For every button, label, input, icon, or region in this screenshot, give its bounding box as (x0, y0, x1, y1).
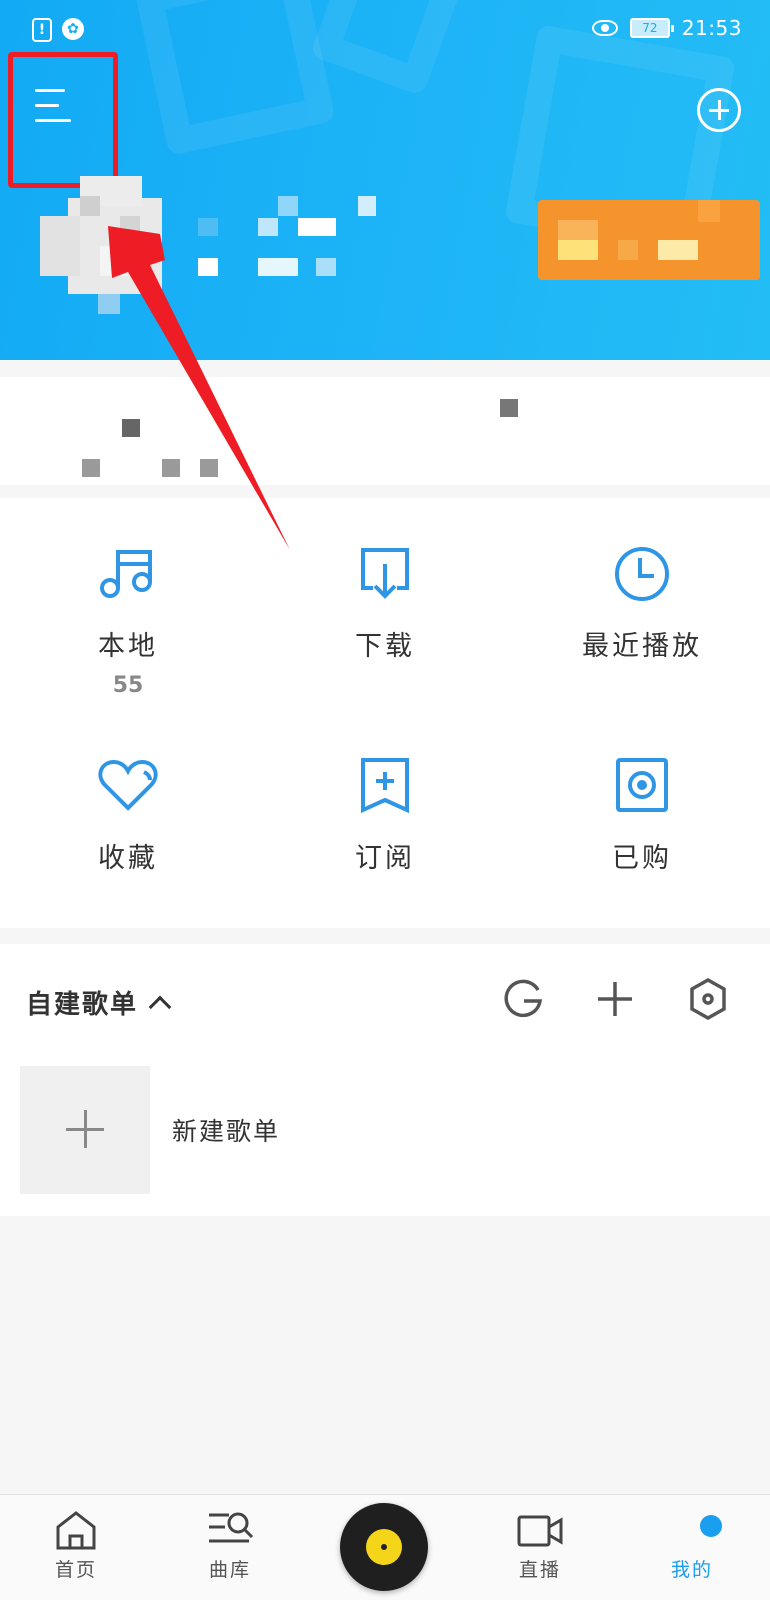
clock-icon (615, 547, 669, 601)
menu-button[interactable] (8, 52, 118, 188)
app-notification-icon: ✿ (62, 18, 84, 40)
profile-icon (700, 1515, 722, 1537)
download-icon (361, 548, 409, 599)
grid-label: 订阅 (355, 843, 415, 874)
purchased-disc-icon (616, 758, 668, 812)
local-count: 55 (112, 673, 144, 698)
feature-grid: 本地 55 下载 最近播放 收藏 订阅 已购 (0, 498, 770, 928)
sim-alert-icon: ! (32, 18, 52, 42)
grid-item-download[interactable]: 下载 (257, 542, 513, 663)
playlist-section-header[interactable]: 自建歌单 (26, 984, 172, 1021)
status-time: 21:53 (681, 16, 742, 40)
nav-library[interactable]: 曲库 (180, 1509, 280, 1582)
self-built-playlists: 自建歌单 新建歌单 (0, 944, 770, 1216)
grid-item-purchased[interactable]: 已购 (514, 754, 770, 875)
nav-label: 曲库 (208, 1559, 251, 1581)
music-note-icon (100, 550, 152, 598)
add-playlist-icon[interactable] (590, 974, 640, 1024)
add-circle-button[interactable] (697, 88, 741, 132)
chevron-up-icon (148, 995, 172, 1018)
vip-badge[interactable] (538, 200, 760, 280)
new-playlist-button[interactable]: 新建歌单 (20, 1066, 720, 1194)
nav-label: 直播 (518, 1559, 561, 1581)
hamburger-menu-icon (35, 89, 71, 123)
username-pixelated (198, 196, 378, 286)
battery-icon: 72 (629, 18, 674, 38)
grid-item-recent[interactable]: 最近播放 (514, 542, 770, 663)
nav-home[interactable]: 首页 (26, 1509, 126, 1582)
profile-header: ! ✿ 72 21:53 (0, 0, 770, 360)
grid-label: 下载 (355, 631, 415, 662)
grid-item-local[interactable]: 本地 55 (0, 542, 256, 698)
nav-label: 我的 (670, 1559, 713, 1581)
avatar[interactable] (40, 176, 162, 316)
new-playlist-label: 新建歌单 (172, 1117, 281, 1146)
nav-label: 首页 (54, 1559, 97, 1581)
status-bar: ! ✿ 72 21:53 (0, 0, 770, 60)
playlist-settings-icon[interactable] (683, 974, 733, 1024)
grid-label: 收藏 (98, 843, 158, 874)
bottom-navigation: 首页 曲库 直播 我的 (0, 1494, 770, 1600)
grid-label: 本地 (98, 631, 158, 662)
battery-level: 72 (642, 21, 658, 35)
plus-thumbnail-icon (20, 1066, 150, 1194)
import-playlist-icon[interactable] (498, 974, 548, 1024)
grid-item-favorites[interactable]: 收藏 (0, 754, 256, 875)
nav-mine[interactable]: 我的 (642, 1509, 742, 1582)
library-search-icon (209, 1512, 254, 1543)
nav-live[interactable]: 直播 (490, 1509, 590, 1582)
eye-comfort-icon (591, 20, 618, 36)
grid-label: 已购 (612, 843, 672, 874)
playlist-section-title: 自建歌单 (26, 990, 139, 1020)
stats-strip-pixelated (0, 377, 770, 485)
now-playing-disc[interactable] (340, 1503, 428, 1591)
home-icon (56, 1511, 96, 1550)
grid-label: 最近播放 (582, 631, 702, 662)
heart-icon (98, 759, 158, 811)
grid-item-subscribe[interactable]: 订阅 (257, 754, 513, 875)
bookmark-plus-icon (361, 758, 409, 814)
video-camera-icon (517, 1515, 563, 1547)
